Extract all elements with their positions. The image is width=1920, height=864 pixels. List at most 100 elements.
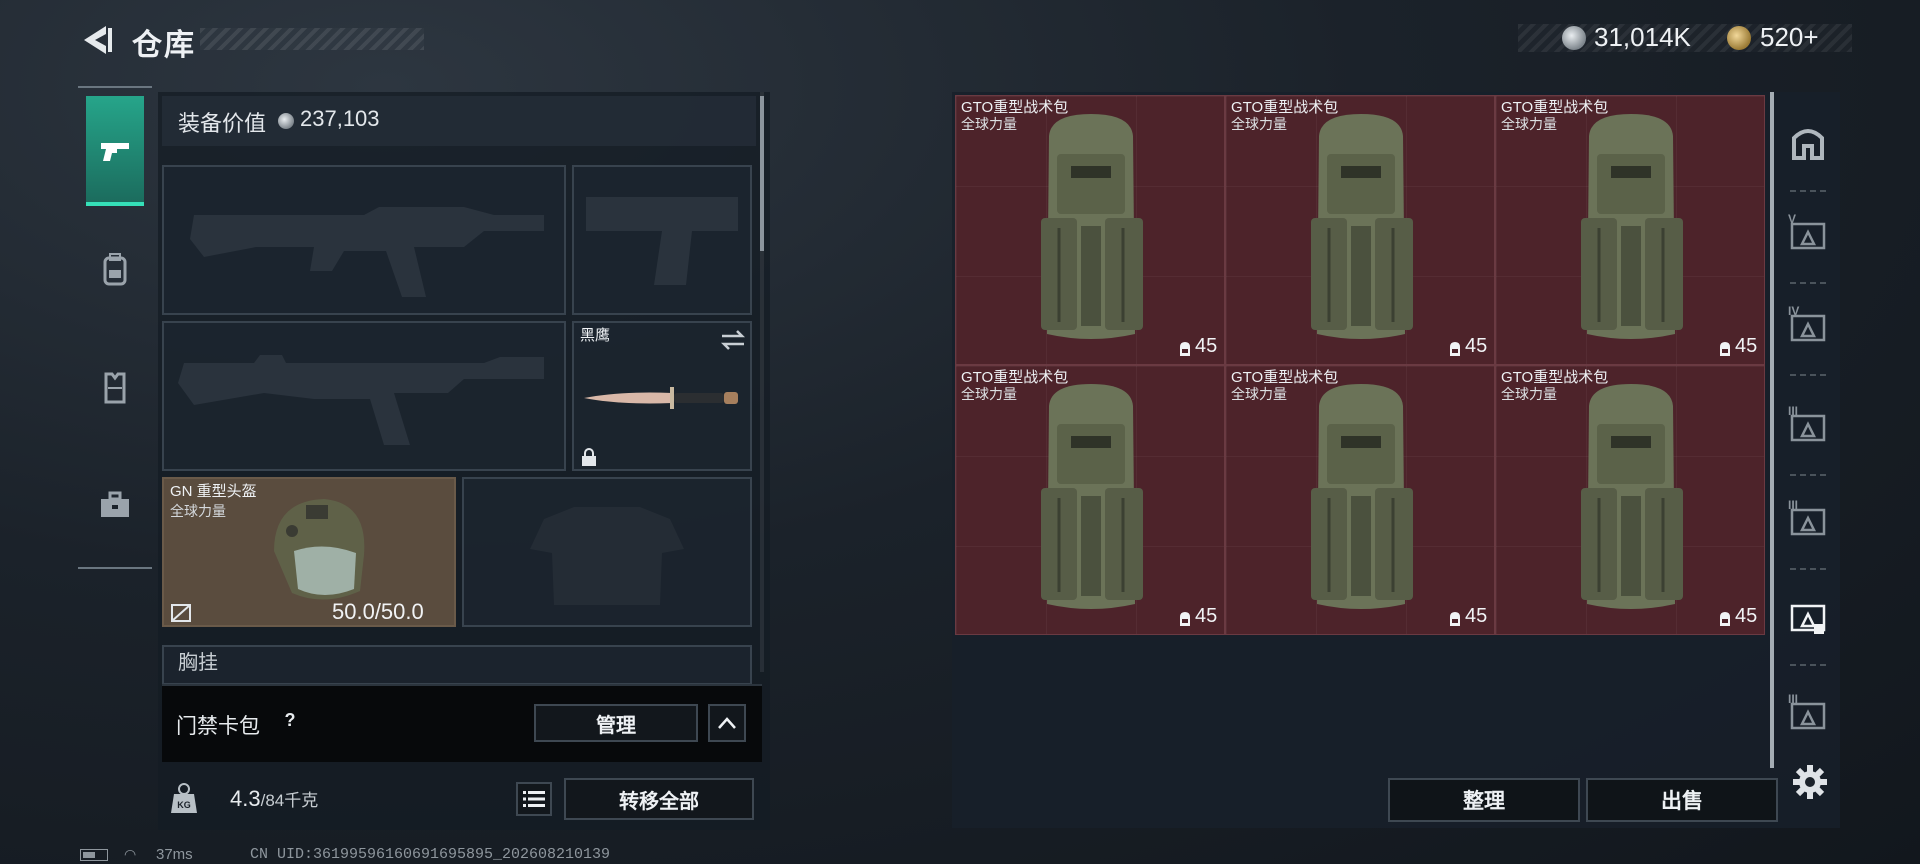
no-repair-icon [171, 604, 191, 622]
stash-item[interactable]: GTO重型战术包 全球力量 45 [1225, 95, 1495, 365]
item-capacity: 45 [1735, 605, 1758, 627]
stash-tab-3b-icon[interactable]: III [1788, 498, 1828, 540]
chevron-up-icon [718, 717, 736, 729]
backpack-icon [1301, 108, 1421, 353]
vest-icon [104, 372, 126, 404]
tier-label: III [1788, 404, 1799, 418]
tier-label: III [1788, 498, 1799, 512]
collapse-button[interactable] [708, 704, 746, 742]
stash-tab-4-icon[interactable]: IV [1788, 304, 1828, 346]
ping-text: 37ms [156, 846, 193, 863]
title-decoration [200, 28, 424, 50]
helmet-icon [274, 499, 365, 600]
back-arrow-icon[interactable] [78, 22, 114, 58]
backpack-icon [1571, 108, 1691, 353]
sidebar-divider [1790, 474, 1826, 476]
capacity-icon [1717, 610, 1733, 628]
pistol-slot[interactable] [572, 165, 752, 315]
tabs-divider-bottom [78, 567, 152, 569]
chest-rig-slot[interactable]: 胸挂 [162, 645, 752, 685]
carry-weight: 4.3/84千克 [230, 786, 318, 812]
stash-tab-3c-icon[interactable]: III [1788, 692, 1828, 734]
battery-icon [80, 849, 108, 861]
silver-coin-icon [278, 113, 294, 129]
swap-icon[interactable] [720, 329, 746, 351]
primary-weapon-slot[interactable] [162, 165, 566, 315]
briefcase-icon [101, 491, 129, 517]
loadout-scrollbar-thumb[interactable] [760, 96, 764, 251]
capacity-icon [1177, 340, 1193, 358]
tab-vest[interactable] [86, 332, 144, 442]
chest-rig-label: 胸挂 [178, 652, 218, 674]
sidebar-divider [1790, 282, 1826, 284]
item-faction: 全球力量 [1501, 116, 1557, 132]
item-faction: 全球力量 [1231, 116, 1287, 132]
knife-icon [584, 387, 738, 409]
helmet-durability: 50.0/50.0 [332, 599, 424, 624]
gear-icon[interactable] [1790, 762, 1830, 802]
weight-icon: KG [171, 783, 197, 813]
capacity-icon [1177, 610, 1193, 628]
stash-item[interactable]: GTO重型战术包 全球力量 45 [1225, 365, 1495, 635]
sidebar-divider [1790, 374, 1826, 376]
stash-tab-5-icon[interactable]: V [1788, 212, 1828, 254]
svg-text:KG: KG [177, 800, 191, 810]
tab-case[interactable] [86, 450, 144, 560]
secondary-weapon-slot[interactable] [162, 321, 566, 471]
item-faction: 全球力量 [961, 386, 1017, 402]
helmet-slot[interactable]: GN 重型头盔 全球力量 50.0/50.0 [162, 477, 456, 627]
armor-silhouette-icon [530, 507, 684, 605]
item-capacity: 45 [1465, 605, 1488, 627]
help-icon[interactable]: ? [278, 710, 302, 734]
item-capacity: 45 [1465, 335, 1488, 357]
melee-name: 黑鹰 [580, 327, 611, 344]
item-capacity: 45 [1735, 335, 1758, 357]
sort-button[interactable]: 整理 [1388, 778, 1580, 822]
backpack-icon [1571, 378, 1691, 623]
pistol-silhouette-icon [586, 197, 738, 285]
capacity-icon [1717, 340, 1733, 358]
stash-item[interactable]: GTO重型战术包 全球力量 45 [955, 365, 1225, 635]
stash-scrollbar[interactable] [1770, 92, 1774, 768]
lock-icon [582, 448, 596, 466]
transfer-all-button[interactable]: 转移全部 [564, 778, 754, 820]
wifi-icon: ◠ [124, 846, 137, 862]
backpack-icon [1301, 378, 1421, 623]
tab-weapons[interactable] [86, 96, 144, 206]
list-icon [523, 791, 545, 807]
item-faction: 全球力量 [1501, 386, 1557, 402]
tab-backpack[interactable] [86, 214, 144, 324]
equipment-value-amount: 237,103 [300, 106, 380, 131]
gold-amount[interactable]: 520+ [1760, 22, 1819, 53]
capacity-icon [1447, 340, 1463, 358]
helmet-faction: 全球力量 [170, 503, 226, 519]
sell-button[interactable]: 出售 [1586, 778, 1778, 822]
sidebar-divider [1790, 190, 1826, 192]
list-view-button[interactable] [516, 782, 552, 816]
carry-weight-current: 4.3 [230, 786, 261, 811]
armor-slot[interactable] [462, 477, 752, 627]
silver-amount[interactable]: 31,014K [1594, 22, 1691, 53]
backpack-icon [1031, 108, 1151, 353]
rifle-silhouette-icon [190, 207, 544, 297]
manage-button[interactable]: 管理 [534, 704, 698, 742]
stash-item[interactable]: GTO重型战术包 全球力量 45 [955, 95, 1225, 365]
melee-slot[interactable]: 黑鹰 [572, 321, 752, 471]
item-capacity: 45 [1195, 335, 1218, 357]
backpack-icon [103, 253, 127, 286]
item-faction: 全球力量 [961, 116, 1017, 132]
uid-text: CN UID:36199596160691695895_202608210139 [250, 846, 611, 863]
home-tab-icon[interactable] [1788, 122, 1828, 162]
gold-coin-icon [1727, 26, 1751, 50]
sidebar-divider [1790, 664, 1826, 666]
helmet-name: GN 重型头盔 [170, 483, 257, 500]
stash-item[interactable]: GTO重型战术包 全球力量 45 [1495, 365, 1765, 635]
page-title: 仓库 [132, 29, 196, 62]
pistol-icon [101, 143, 129, 161]
stash-tab-active-icon[interactable] [1788, 596, 1828, 636]
backpack-icon [1031, 378, 1151, 623]
stash-tab-3a-icon[interactable]: III [1788, 404, 1828, 446]
stash-item[interactable]: GTO重型战术包 全球力量 45 [1495, 95, 1765, 365]
carry-weight-max: /84千克 [260, 791, 319, 810]
rifle-silhouette-icon [178, 355, 544, 445]
